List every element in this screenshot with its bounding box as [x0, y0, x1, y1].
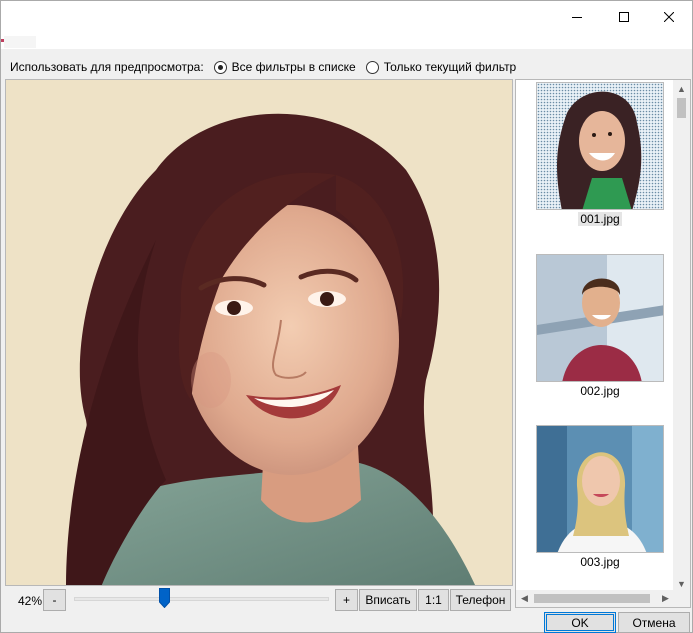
close-button[interactable]	[646, 1, 692, 32]
radio-current-filter-circle[interactable]	[365, 60, 379, 74]
thumbnail-picture-002	[537, 255, 663, 381]
thumbnail-caption-text: 003.jpg	[580, 555, 620, 569]
preview-mode-group: Использовать для предпросмотра: Все филь…	[10, 58, 516, 76]
zoom-in-button[interactable]: +	[335, 589, 358, 611]
horizontal-scroll-thumb[interactable]	[534, 594, 650, 603]
maximize-icon	[619, 11, 629, 22]
thumbnail-caption: 001.jpg	[536, 212, 664, 226]
radio-current-filter-label[interactable]: Только текущий фильтр	[384, 60, 517, 74]
cancel-button[interactable]: Отмена	[618, 612, 690, 633]
radio-all-filters[interactable]: Все фильтры в списке	[213, 60, 356, 74]
vertical-scroll-thumb[interactable]	[677, 98, 686, 118]
maximize-button[interactable]	[601, 1, 647, 32]
thumbnail-caption-text: 002.jpg	[580, 384, 620, 398]
thumbnail-image[interactable]	[536, 425, 664, 553]
thumbnail-item[interactable]: 002.jpg	[536, 254, 664, 398]
radio-all-filters-label[interactable]: Все фильтры в списке	[232, 60, 356, 74]
fit-button[interactable]: Вписать	[359, 589, 417, 611]
preview-image	[6, 80, 512, 585]
zoom-slider-thumb[interactable]	[159, 588, 170, 609]
preview-mode-label: Использовать для предпросмотра:	[10, 60, 204, 74]
thumbnail-picture-001	[537, 83, 663, 209]
preview-pane[interactable]	[5, 79, 513, 586]
thumbnail-horizontal-scrollbar[interactable]: ◀ ▶	[516, 590, 674, 607]
thumbnail-list[interactable]: 001.jpg 002.jpg 003.jpg ▲ ▼ ◀ ▶	[515, 79, 691, 608]
thumbnail-image[interactable]	[536, 254, 664, 382]
minimize-icon	[572, 16, 582, 18]
minimize-button[interactable]	[554, 1, 600, 32]
scroll-up-icon[interactable]: ▲	[673, 80, 690, 97]
zoom-percent-label: 42%	[18, 594, 43, 608]
zoom-out-button[interactable]: -	[43, 589, 66, 611]
phone-preview-button[interactable]: Телефон	[450, 589, 511, 611]
thumbnail-caption: 003.jpg	[536, 555, 664, 569]
ok-button[interactable]: OK	[544, 612, 616, 633]
filter-preview-dialog: Использовать для предпросмотра: Все филь…	[0, 0, 693, 633]
thumbnail-image[interactable]	[536, 82, 664, 210]
slider-thumb-icon	[159, 588, 170, 609]
thumbnail-vertical-scrollbar[interactable]: ▲ ▼	[673, 80, 690, 592]
thumbnail-item[interactable]: 001.jpg	[536, 82, 664, 226]
thumbnail-caption: 002.jpg	[536, 384, 664, 398]
zoom-slider-track[interactable]	[74, 597, 329, 601]
radio-all-filters-circle[interactable]	[213, 60, 227, 74]
thumbnail-caption-text: 001.jpg	[578, 212, 622, 226]
title-bar	[1, 1, 692, 32]
scroll-right-icon[interactable]: ▶	[657, 590, 674, 607]
menu-strip	[1, 32, 692, 49]
menu-item[interactable]	[4, 36, 36, 48]
scrollbar-corner	[673, 590, 690, 607]
radio-current-filter[interactable]: Только текущий фильтр	[365, 60, 517, 74]
scroll-left-icon[interactable]: ◀	[516, 590, 533, 607]
actual-size-button[interactable]: 1:1	[418, 589, 449, 611]
thumbnail-picture-003	[537, 426, 663, 552]
thumbnail-item[interactable]: 003.jpg	[536, 425, 664, 569]
close-icon	[664, 11, 674, 22]
